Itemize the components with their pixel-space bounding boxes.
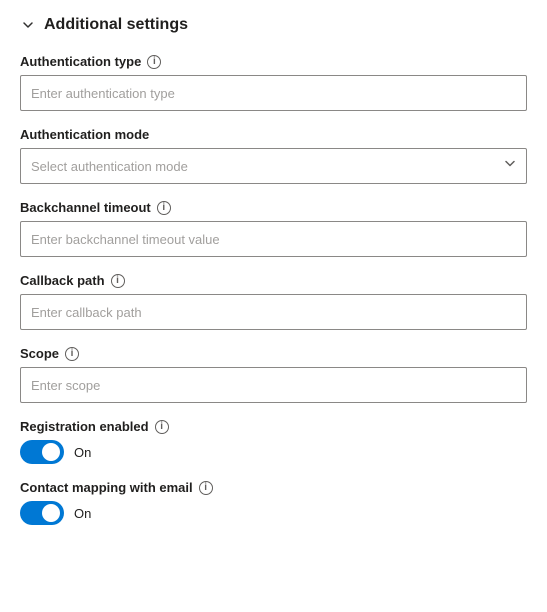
callback-path-input[interactable] <box>20 294 527 330</box>
auth-mode-label: Authentication mode <box>20 127 527 142</box>
backchannel-timeout-input[interactable] <box>20 221 527 257</box>
contact-mapping-label: Contact mapping with email i <box>20 480 527 495</box>
auth-mode-field: Authentication mode Select authenticatio… <box>20 127 527 184</box>
registration-enabled-info-icon[interactable]: i <box>155 420 169 434</box>
scope-field: Scope i <box>20 346 527 403</box>
registration-enabled-slider <box>20 440 64 464</box>
contact-mapping-toggle-row: On <box>20 501 527 525</box>
contact-mapping-toggle[interactable] <box>20 501 64 525</box>
auth-type-info-icon[interactable]: i <box>147 55 161 69</box>
contact-mapping-value: On <box>74 506 91 521</box>
contact-mapping-slider <box>20 501 64 525</box>
scope-input[interactable] <box>20 367 527 403</box>
collapse-icon[interactable] <box>20 17 36 33</box>
registration-enabled-field: Registration enabled i On <box>20 419 527 464</box>
scope-info-icon[interactable]: i <box>65 347 79 361</box>
contact-mapping-field: Contact mapping with email i On <box>20 480 527 525</box>
callback-path-field: Callback path i <box>20 273 527 330</box>
backchannel-timeout-info-icon[interactable]: i <box>157 201 171 215</box>
registration-enabled-toggle[interactable] <box>20 440 64 464</box>
backchannel-timeout-field: Backchannel timeout i <box>20 200 527 257</box>
auth-mode-select-wrapper: Select authentication mode <box>20 148 527 184</box>
registration-enabled-toggle-row: On <box>20 440 527 464</box>
registration-enabled-label: Registration enabled i <box>20 419 527 434</box>
callback-path-info-icon[interactable]: i <box>111 274 125 288</box>
auth-mode-select[interactable]: Select authentication mode <box>20 148 527 184</box>
contact-mapping-info-icon[interactable]: i <box>199 481 213 495</box>
scope-label: Scope i <box>20 346 527 361</box>
auth-type-field: Authentication type i <box>20 54 527 111</box>
callback-path-label: Callback path i <box>20 273 527 288</box>
section-header: Additional settings <box>20 16 527 34</box>
auth-type-label: Authentication type i <box>20 54 527 69</box>
registration-enabled-value: On <box>74 445 91 460</box>
backchannel-timeout-label: Backchannel timeout i <box>20 200 527 215</box>
section-title: Additional settings <box>44 16 188 34</box>
auth-type-input[interactable] <box>20 75 527 111</box>
